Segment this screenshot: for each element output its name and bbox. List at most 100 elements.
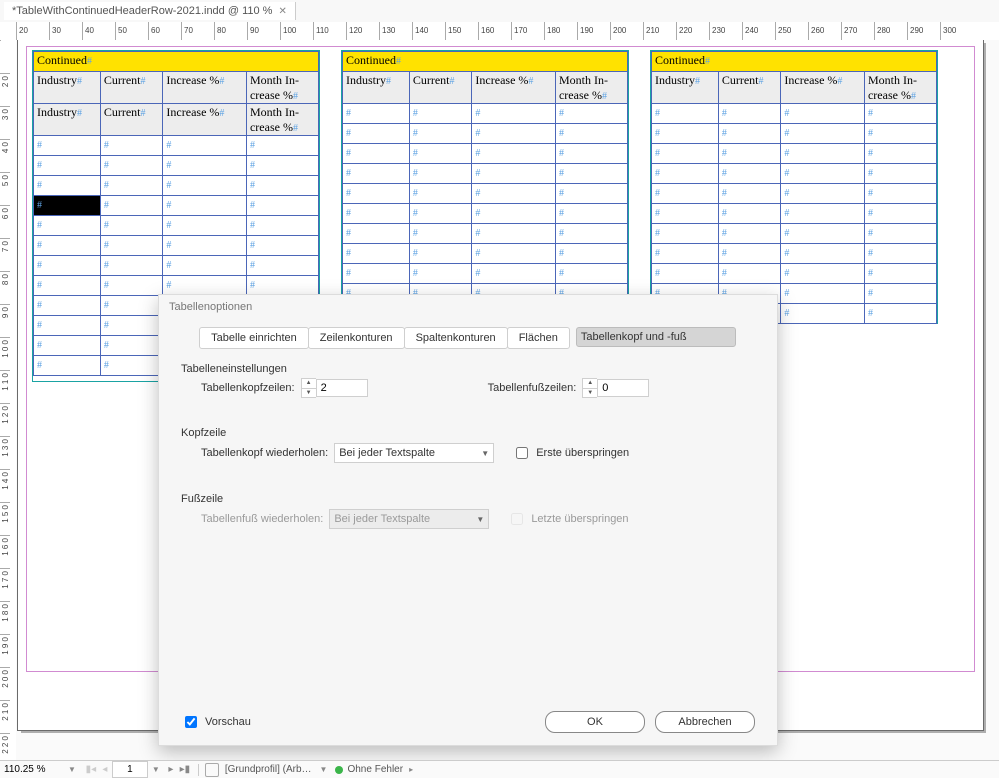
table-cell[interactable]: # — [652, 264, 719, 284]
table-cell[interactable]: # — [652, 184, 719, 204]
table-cell[interactable]: # — [34, 356, 101, 376]
table-row[interactable]: #### — [34, 216, 319, 236]
errors-label[interactable]: Ohne Fehler — [347, 764, 403, 775]
table-header-row[interactable]: Industry#Current#Increase %#Month In-cre… — [34, 72, 319, 104]
table-cell[interactable]: # — [100, 356, 163, 376]
table-cell[interactable]: # — [34, 336, 101, 356]
tab-zeilenkonturen[interactable]: Zeilenkonturen — [308, 327, 405, 349]
table-cell[interactable]: # — [781, 304, 865, 324]
table-row[interactable]: #### — [343, 224, 628, 244]
table-row[interactable]: #### — [34, 236, 319, 256]
table-row[interactable]: #### — [34, 196, 319, 216]
table-cell[interactable]: # — [864, 284, 936, 304]
table-cell[interactable]: # — [34, 276, 101, 296]
table-cell[interactable]: # — [343, 164, 410, 184]
profile-label[interactable]: [Grundprofil] (Arb… — [225, 764, 312, 775]
text-frame-3[interactable]: Continued#Industry#Current#Increase %#Mo… — [650, 50, 938, 324]
table-cell[interactable]: # — [864, 304, 936, 324]
table-cell[interactable]: # — [718, 164, 781, 184]
table-cell[interactable]: # — [781, 124, 865, 144]
table-header-cell[interactable]: Industry# — [34, 104, 101, 136]
table-header-cell[interactable]: Industry# — [343, 72, 410, 104]
table-header-row[interactable]: Industry#Current#Increase %#Month In-cre… — [652, 72, 937, 104]
table-cell[interactable]: # — [100, 156, 163, 176]
table-row[interactable]: #### — [343, 244, 628, 264]
table-cell[interactable]: # — [409, 164, 472, 184]
table-cell[interactable]: # — [472, 184, 556, 204]
table-row[interactable]: #### — [652, 124, 937, 144]
table-row[interactable]: #### — [343, 264, 628, 284]
table-header-cell[interactable]: Current# — [100, 72, 163, 104]
table-cell[interactable]: # — [652, 204, 719, 224]
table-row[interactable]: #### — [652, 104, 937, 124]
page-number-input[interactable] — [112, 761, 148, 778]
table-row[interactable]: #### — [652, 164, 937, 184]
table-cell[interactable]: # — [781, 144, 865, 164]
table-header-cell[interactable]: Industry# — [34, 72, 101, 104]
header-rows-input[interactable] — [316, 379, 368, 397]
table-cell[interactable]: # — [718, 184, 781, 204]
table-cell[interactable]: # — [781, 244, 865, 264]
table-row[interactable]: #### — [652, 244, 937, 264]
table-cell[interactable]: # — [864, 264, 936, 284]
table-cell[interactable]: # — [34, 196, 101, 216]
table-cell[interactable]: # — [246, 136, 318, 156]
table-cell[interactable]: # — [409, 224, 472, 244]
chevron-down-icon[interactable]: ▼ — [320, 765, 328, 774]
table-cell[interactable]: # — [100, 256, 163, 276]
table-cell[interactable]: # — [246, 276, 318, 296]
footer-rows-stepper[interactable]: ▲▼ — [582, 379, 649, 397]
table-cell[interactable]: # — [472, 224, 556, 244]
table-cell[interactable]: # — [652, 224, 719, 244]
table-cell[interactable]: # — [718, 224, 781, 244]
table-continued-row[interactable]: Continued# — [34, 52, 319, 72]
table-cell[interactable]: # — [163, 256, 247, 276]
table-cell[interactable]: # — [409, 104, 472, 124]
document-tab[interactable]: *TableWithContinuedHeaderRow-2021.indd @… — [4, 2, 296, 20]
skip-first-checkbox[interactable]: Erste überspringen — [512, 444, 629, 462]
table-cell[interactable]: # — [34, 256, 101, 276]
table-cell[interactable]: # — [555, 204, 627, 224]
table-cell[interactable]: # — [343, 224, 410, 244]
table-cell[interactable]: # — [864, 164, 936, 184]
table-cell[interactable]: # — [864, 244, 936, 264]
table-cell[interactable]: # — [163, 156, 247, 176]
table-row[interactable]: #### — [652, 224, 937, 244]
table-cell[interactable]: # — [555, 124, 627, 144]
table-cell[interactable]: # — [343, 204, 410, 224]
tab-fl-chen[interactable]: Flächen — [507, 327, 570, 349]
table-cell[interactable]: # — [409, 204, 472, 224]
table-cell[interactable]: # — [409, 124, 472, 144]
table-cell[interactable]: # — [34, 296, 101, 316]
table-cell[interactable]: # — [343, 104, 410, 124]
table-header-cell[interactable]: Month In-crease %# — [864, 72, 936, 104]
zoom-input[interactable] — [0, 762, 68, 777]
table-row[interactable]: #### — [343, 204, 628, 224]
table-row[interactable]: #### — [652, 144, 937, 164]
table-cell[interactable]: # — [555, 184, 627, 204]
table-header-cell[interactable]: Industry# — [652, 72, 719, 104]
table-cell[interactable]: # — [34, 316, 101, 336]
table-cell[interactable]: # — [718, 204, 781, 224]
preview-input[interactable] — [185, 716, 197, 728]
table-row[interactable]: #### — [34, 176, 319, 196]
table-cell[interactable]: # — [409, 144, 472, 164]
table-header-row[interactable]: Industry#Current#Increase %#Month In-cre… — [343, 72, 628, 104]
table-cell[interactable]: # — [652, 124, 719, 144]
table-cell[interactable]: # — [652, 144, 719, 164]
header-rows-stepper[interactable]: ▲▼ — [301, 379, 368, 397]
table-cell[interactable]: # — [343, 184, 410, 204]
table-cell[interactable]: # — [864, 104, 936, 124]
table-row[interactable]: #### — [343, 164, 628, 184]
table-cell[interactable]: # — [781, 204, 865, 224]
table-cell[interactable]: # — [100, 136, 163, 156]
table-cell[interactable]: # — [246, 236, 318, 256]
table-header-cell[interactable]: Current# — [409, 72, 472, 104]
table-cell[interactable]: # — [163, 136, 247, 156]
table-row[interactable]: #### — [34, 256, 319, 276]
table-cell[interactable]: # — [343, 124, 410, 144]
table-2[interactable]: Continued#Industry#Current#Increase %#Mo… — [342, 51, 628, 324]
table-cell[interactable]: # — [781, 184, 865, 204]
table-header-cell[interactable]: Month In-crease %# — [555, 72, 627, 104]
table-header-cell[interactable]: Month In-crease %# — [246, 104, 318, 136]
